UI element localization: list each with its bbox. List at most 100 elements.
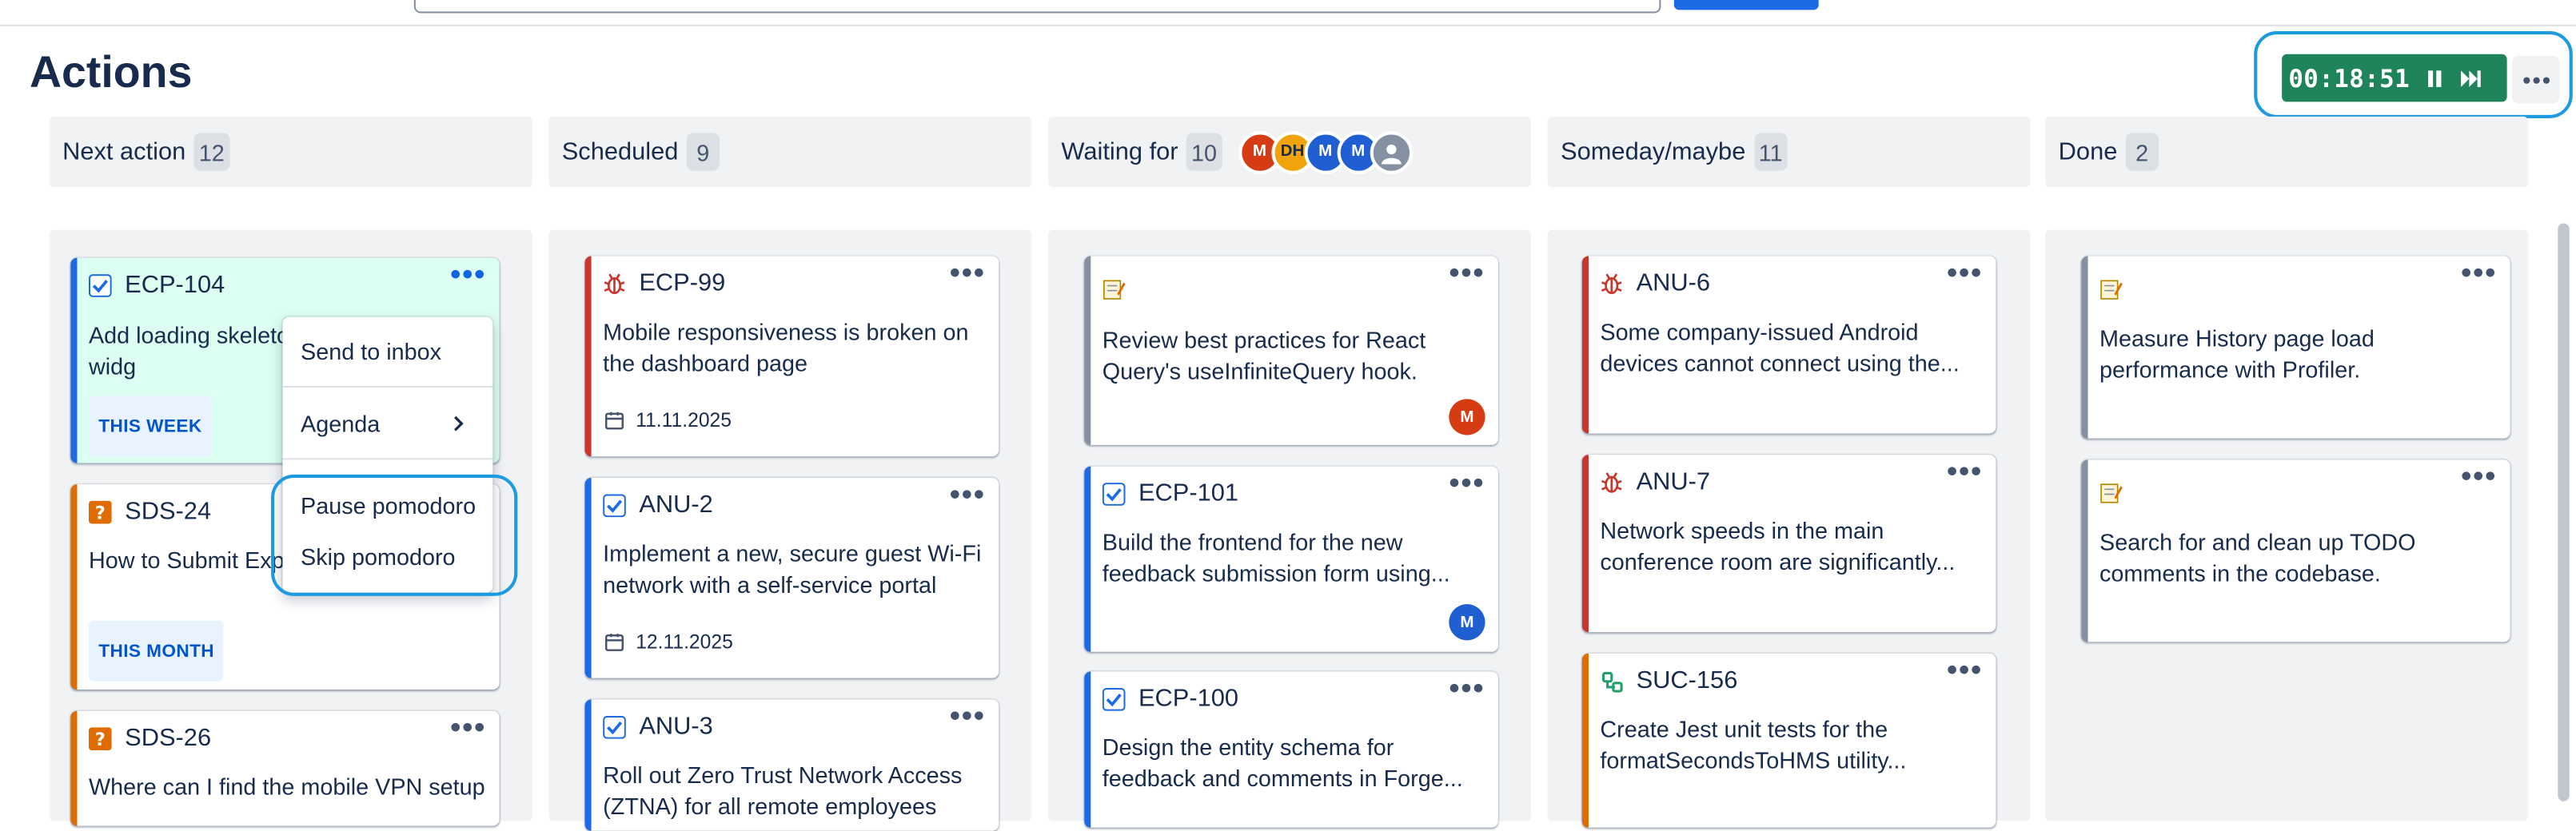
- pomodoro-menu-highlight: [271, 474, 518, 596]
- card-key[interactable]: ECP-104: [125, 271, 225, 299]
- card-more-icon[interactable]: •••: [950, 258, 986, 288]
- card-suc-156[interactable]: SUC-156 ••• Create Jest unit tests for t…: [1581, 653, 1996, 828]
- question-icon: ?: [88, 499, 112, 523]
- task-checkbox-icon: [1102, 686, 1126, 710]
- status-badge: THIS MONTH: [88, 620, 225, 682]
- column-title: Waiting for: [1061, 137, 1178, 166]
- card-key[interactable]: ECP-101: [1138, 479, 1238, 507]
- card-key[interactable]: ANU-6: [1637, 269, 1710, 297]
- card-key[interactable]: SUC-156: [1637, 666, 1738, 694]
- card-summary: Search for and clean up TODO comments in…: [2099, 528, 2416, 586]
- assignee-avatar[interactable]: M: [1449, 604, 1485, 641]
- task-checkbox-icon: [603, 714, 626, 738]
- card-more-icon[interactable]: •••: [450, 713, 486, 742]
- memo-icon: [2099, 277, 2123, 300]
- column-header-done[interactable]: Done 2: [2045, 116, 2529, 188]
- card-key[interactable]: ANU-3: [639, 713, 712, 741]
- card-more-icon[interactable]: •••: [2461, 461, 2497, 491]
- avatar-group[interactable]: M DH M M: [1238, 130, 1413, 173]
- column-count: 10: [1186, 133, 1222, 171]
- menu-divider: [282, 458, 493, 460]
- card-summary: Design the entity schema for feedback an…: [1102, 734, 1463, 792]
- task-checkbox-icon: [88, 273, 112, 296]
- card-summary: Where can I find the mobile VPN setup: [88, 773, 485, 800]
- status-badge: THIS WEEK: [88, 396, 212, 457]
- scrollbar-thumb[interactable]: [2558, 223, 2570, 801]
- column-header-next-action[interactable]: Next action 12: [49, 116, 532, 188]
- card-summary: Create Jest unit tests for the formatSec…: [1600, 715, 1907, 773]
- task-checkbox-icon: [603, 493, 626, 517]
- calendar-icon: [603, 630, 626, 654]
- card-summary: Build the frontend for the new feedback …: [1102, 528, 1450, 586]
- card-more-icon[interactable]: •••: [1449, 673, 1485, 702]
- chevron-right-icon: [450, 412, 467, 442]
- menu-divider: [282, 385, 493, 388]
- header-divider: [0, 24, 2576, 26]
- card-key[interactable]: ANU-2: [639, 491, 712, 519]
- card-ecp-99[interactable]: ECP-99 ••• Mobile responsiveness is brok…: [584, 256, 999, 457]
- card-ecp-101[interactable]: ECP-101 ••• Build the frontend for the n…: [1084, 466, 1498, 652]
- card-key[interactable]: ANU-7: [1637, 468, 1710, 496]
- menu-item-agenda[interactable]: Agenda: [301, 411, 380, 437]
- card-key[interactable]: ECP-100: [1138, 685, 1238, 713]
- card-anu-6[interactable]: ANU-6 ••• Some company-issued Android de…: [1581, 256, 1996, 434]
- timer-display: 00:18:51: [2288, 63, 2411, 93]
- card-ecp-100[interactable]: ECP-100 ••• Design the entity schema for…: [1084, 671, 1498, 828]
- column-header-someday-maybe[interactable]: Someday/maybe 11: [1547, 116, 2031, 188]
- column-count: 2: [2125, 133, 2159, 171]
- svg-text:?: ?: [95, 502, 106, 523]
- pomodoro-timer[interactable]: 00:18:51: [2282, 54, 2507, 102]
- assignee-avatar[interactable]: M: [1449, 399, 1485, 435]
- svg-text:?: ?: [95, 729, 106, 749]
- card-summary: Measure History page load performance wi…: [2099, 324, 2375, 383]
- card-key[interactable]: SDS-24: [125, 498, 211, 526]
- pause-icon[interactable]: [2423, 66, 2446, 89]
- board-scrollbar[interactable]: [2554, 217, 2571, 803]
- column-title: Next action: [62, 137, 186, 166]
- card-more-icon[interactable]: •••: [1947, 456, 1983, 486]
- column-count: 11: [1753, 133, 1788, 171]
- card-summary: Roll out Zero Trust Network Access (ZTNA…: [603, 761, 963, 820]
- search-button[interactable]: [1673, 0, 1819, 10]
- card-sds-26[interactable]: ? SDS-26 ••• Where can I find the mobile…: [70, 710, 500, 826]
- card-more-icon[interactable]: •••: [1947, 258, 1983, 288]
- ellipsis-icon: [2522, 76, 2550, 83]
- card-more-icon[interactable]: •••: [950, 479, 986, 509]
- card-more-icon[interactable]: •••: [1947, 655, 1983, 685]
- skip-forward-icon[interactable]: [2459, 66, 2482, 89]
- search-input[interactable]: [413, 0, 1661, 14]
- card-summary: Implement a new, secure guest Wi-Fi netw…: [603, 540, 982, 598]
- due-date-text: 12.11.2025: [636, 630, 733, 654]
- avatar-placeholder-icon[interactable]: [1370, 130, 1413, 173]
- column-header-scheduled[interactable]: Scheduled 9: [548, 116, 1032, 188]
- card-more-icon[interactable]: •••: [450, 260, 486, 289]
- page-title: Actions: [29, 47, 193, 97]
- card-key[interactable]: ECP-99: [639, 269, 725, 297]
- more-options-button[interactable]: [2511, 55, 2560, 104]
- card-waiting-react-query[interactable]: ••• Review best practices for React Quer…: [1084, 256, 1498, 445]
- actions-page: Actions 00:18:51 Next action 12 Schedule…: [0, 0, 2576, 831]
- card-anu-7[interactable]: ANU-7 ••• Network speeds in the main con…: [1581, 455, 1996, 633]
- column-count: 12: [193, 133, 229, 171]
- card-summary: Network speeds in the main conference ro…: [1600, 517, 1956, 575]
- column-title: Scheduled: [561, 137, 679, 166]
- memo-icon: [1103, 277, 1126, 300]
- card-more-icon[interactable]: •••: [2461, 258, 2497, 288]
- column-header-waiting-for[interactable]: Waiting for 10 M DH M M: [1047, 116, 1532, 188]
- card-anu-3[interactable]: ANU-3 ••• Roll out Zero Trust Network Ac…: [584, 699, 999, 831]
- bug-icon: [1600, 272, 1623, 295]
- card-more-icon[interactable]: •••: [950, 701, 986, 730]
- card-key[interactable]: SDS-26: [125, 724, 211, 752]
- menu-item-send-to-inbox[interactable]: Send to inbox: [301, 338, 441, 364]
- column-count: 9: [686, 133, 720, 171]
- card-anu-2[interactable]: ANU-2 ••• Implement a new, secure guest …: [584, 477, 999, 678]
- subtask-icon: [1600, 669, 1623, 692]
- memo-icon: [2099, 481, 2123, 504]
- card-summary: Mobile responsiveness is broken on the d…: [603, 318, 969, 376]
- card-done-profiler[interactable]: ••• Measure History page load performanc…: [2081, 256, 2510, 439]
- card-done-todo[interactable]: ••• Search for and clean up TODO comment…: [2081, 459, 2510, 642]
- card-more-icon[interactable]: •••: [1449, 468, 1485, 498]
- card-more-icon[interactable]: •••: [1449, 258, 1485, 288]
- column-title: Someday/maybe: [1561, 137, 1746, 166]
- card-summary: Review best practices for React Query's …: [1102, 326, 1426, 384]
